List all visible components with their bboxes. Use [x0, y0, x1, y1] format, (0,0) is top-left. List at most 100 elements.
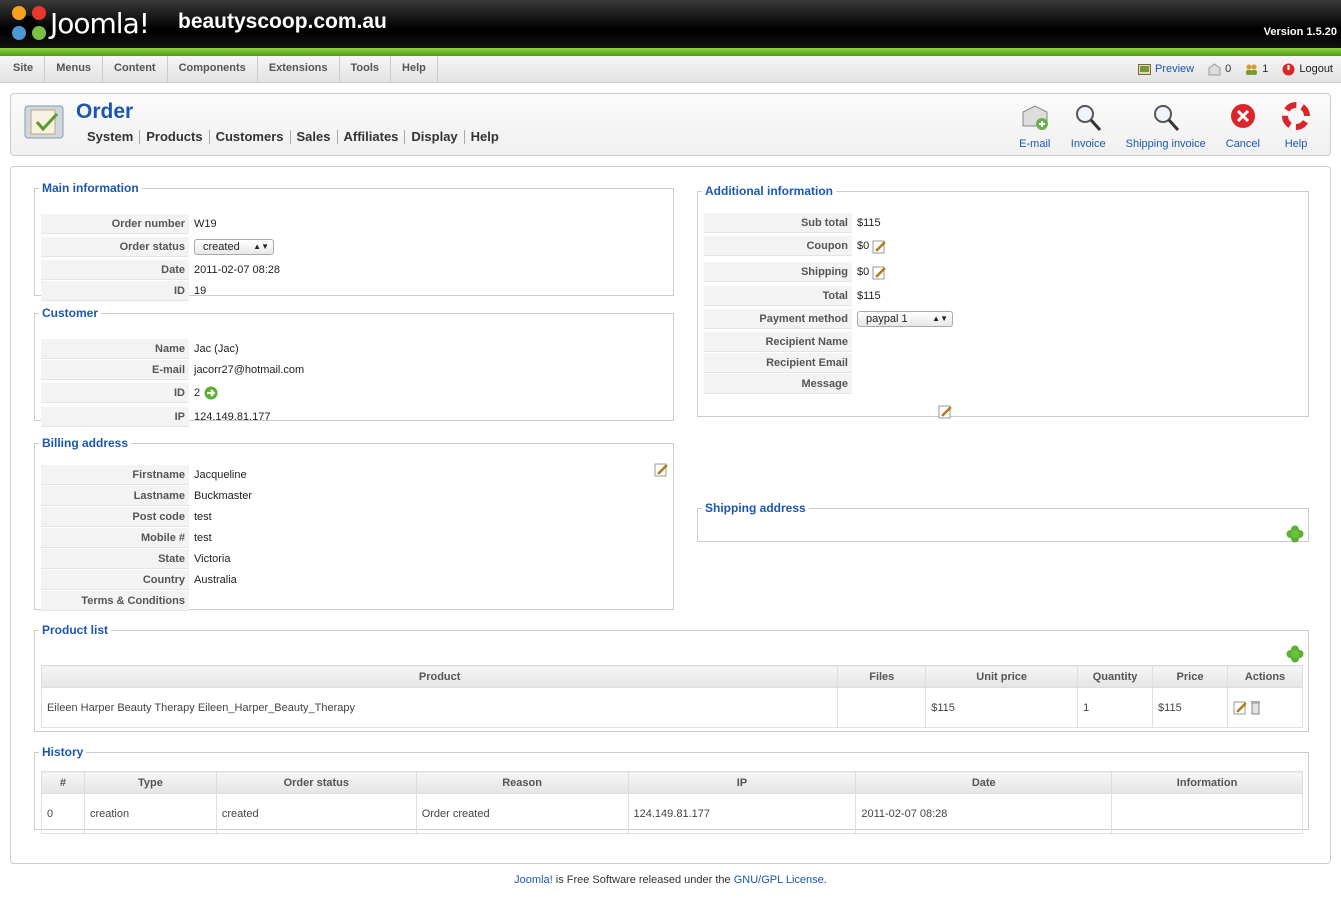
joomla-logo: Joomla! [12, 6, 150, 40]
product-actions [1226, 687, 1304, 728]
messages-count[interactable]: 0 [1225, 63, 1231, 75]
billing-address-legend: Billing address [42, 436, 129, 450]
col-quantity: Quantity [1077, 665, 1154, 688]
shipping-address-panel: Shipping address [697, 501, 1309, 543]
product-price: $115 [1152, 687, 1228, 728]
shipping-value: $0 [857, 266, 870, 278]
submenu-help[interactable]: Help [465, 130, 505, 144]
joomla-link[interactable]: Joomla! [514, 874, 553, 886]
page-toolbar: Order System Products Customers Sales Af… [10, 93, 1331, 156]
magnifier-icon [1153, 105, 1179, 132]
version-label: Version 1.5.20 [1263, 26, 1337, 38]
lifebuoy-icon [1282, 102, 1310, 130]
help-button[interactable]: Help [1270, 102, 1322, 150]
order-id-label: ID [41, 280, 189, 301]
lastname-label: Lastname [41, 485, 189, 506]
edit-shipping-icon[interactable] [872, 265, 886, 280]
customer-id-label: ID [41, 383, 189, 403]
postcode-label: Post code [41, 506, 189, 527]
submenu-products[interactable]: Products [140, 130, 210, 144]
add-shipping-address-icon[interactable] [1286, 525, 1304, 543]
customer-ip-value: 124.149.81.177 [194, 410, 271, 423]
col-type: Type [83, 771, 217, 794]
footer: Joomla! is Free Software released under … [514, 874, 827, 886]
menu-tools[interactable]: Tools [340, 56, 392, 82]
col-num: # [41, 771, 85, 794]
cancel-button[interactable]: Cancel [1216, 102, 1270, 150]
table-row: 0 creation created Order created 124.149… [41, 793, 1303, 834]
main-information-panel: Main information Order number W19 Order s… [34, 181, 674, 301]
product-name: Eileen Harper Beauty Therapy Eileen_Harp… [40, 687, 839, 728]
col-product: Product [40, 665, 839, 688]
history-type: creation [83, 793, 217, 834]
menu-menus[interactable]: Menus [45, 56, 104, 82]
mobile-label: Mobile # [41, 527, 189, 548]
col-reason: Reason [415, 771, 629, 794]
col-information: Information [1111, 771, 1303, 794]
product-quantity: 1 [1077, 687, 1154, 728]
product-unit-price: $115 [925, 687, 1079, 728]
email-icon [1022, 105, 1048, 130]
subtotal-value: $115 [857, 216, 881, 229]
history-panel: History # Type Order status Reason IP Da… [34, 745, 1309, 834]
site-name: beautyscoop.com.au [178, 10, 387, 33]
order-page-icon [24, 105, 64, 139]
logout-icon [1282, 63, 1295, 75]
email-button[interactable]: E-mail [1009, 102, 1061, 150]
payment-method-select[interactable]: paypal 1 ▲▼ [857, 310, 953, 327]
submenu-system[interactable]: System [81, 130, 141, 144]
order-status-select[interactable]: created ▲▼ [194, 238, 274, 255]
menu-site[interactable]: Site [0, 56, 46, 82]
state-label: State [41, 548, 189, 569]
submenu-sales[interactable]: Sales [291, 130, 338, 144]
joomla-logo-icon [12, 6, 46, 40]
billing-address-panel: Billing address Firstname Jacqueline Last… [34, 436, 674, 611]
edit-product-icon[interactable] [1233, 700, 1247, 715]
submenu-affiliates[interactable]: Affiliates [338, 130, 406, 144]
country-label: Country [41, 569, 189, 590]
menu-extensions[interactable]: Extensions [258, 56, 340, 82]
postcode-value: test [194, 510, 212, 523]
preview-link[interactable]: Preview [1155, 63, 1194, 75]
menu-components[interactable]: Components [168, 56, 258, 82]
history-status: created [215, 793, 417, 834]
add-product-icon[interactable] [1286, 645, 1304, 663]
history-info [1111, 793, 1303, 834]
mobile-value: test [194, 531, 212, 544]
admin-header: Joomla! beautyscoop.com.au Version 1.5.2… [0, 0, 1341, 48]
customer-email-label: E-mail [41, 359, 189, 380]
license-link[interactable]: GNU/GPL License [734, 874, 824, 886]
users-online-count[interactable]: 1 [1262, 63, 1268, 75]
delete-product-icon[interactable] [1250, 700, 1261, 715]
firstname-value: Jacqueline [194, 468, 247, 481]
col-files: Files [837, 665, 927, 688]
edit-additional-icon[interactable] [938, 404, 952, 419]
menu-content[interactable]: Content [103, 56, 168, 82]
order-number-value: W19 [194, 217, 217, 230]
menu-help[interactable]: Help [391, 56, 438, 82]
page-title: Order [76, 100, 134, 123]
recipient-email-label: Recipient Email [704, 352, 852, 373]
col-price: Price [1152, 665, 1228, 688]
invoice-button[interactable]: Invoice [1061, 102, 1116, 150]
customer-name-label: Name [41, 338, 189, 359]
subtotal-label: Sub total [704, 212, 852, 233]
history-table: # Type Order status Reason IP Date Infor… [41, 771, 1303, 834]
go-to-customer-icon[interactable] [204, 386, 218, 400]
edit-coupon-icon[interactable] [872, 239, 886, 254]
submenu-display[interactable]: Display [405, 130, 465, 144]
product-list-legend: Product list [42, 623, 109, 637]
magnifier-icon [1076, 105, 1102, 132]
messages-icon [1208, 62, 1221, 75]
toolbar-buttons: E-mail Invoice Shipping invoice Cancel H… [1009, 102, 1322, 150]
shipping-invoice-button[interactable]: Shipping invoice [1116, 102, 1216, 150]
submenu-customers[interactable]: Customers [210, 130, 291, 144]
message-label: Message [704, 373, 852, 394]
shipping-label: Shipping [704, 262, 852, 282]
customer-id-value: 2 [194, 387, 201, 399]
additional-information-panel: Additional information Sub total $115 Cou… [697, 184, 1309, 419]
col-ip: IP [627, 771, 857, 794]
coupon-value: $0 [857, 240, 870, 252]
firstname-label: Firstname [41, 464, 189, 485]
logout-link[interactable]: Logout [1299, 63, 1333, 75]
